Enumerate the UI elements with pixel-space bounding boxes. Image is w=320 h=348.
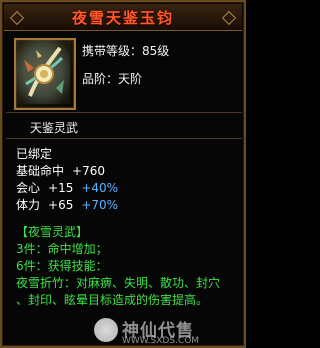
stat-value: +15 bbox=[48, 181, 74, 195]
set-name: 【夜雪灵武】 bbox=[16, 225, 89, 239]
set-skill-desc: 夜雪折竹：对麻痹、失明、散功、封穴 bbox=[16, 276, 221, 290]
item-category: 天鉴灵武 bbox=[30, 121, 79, 135]
title-bar: 夜雪天鉴玉钧 bbox=[4, 4, 242, 31]
set-skill-desc: 、封印、眩晕目标造成的伤害提高。 bbox=[16, 293, 209, 307]
set-bonus-line: 3件：命中增加； bbox=[16, 242, 108, 256]
watermark-url: WWW.SXDS.COM bbox=[122, 336, 200, 346]
set-bonus-line: 6件：获得技能： bbox=[16, 259, 108, 273]
stat-label: 基础命中 bbox=[16, 164, 65, 178]
grade-label: 品阶： bbox=[82, 72, 119, 86]
ornament-icon bbox=[221, 10, 237, 26]
item-name: 夜雪天鉴玉钧 bbox=[71, 9, 174, 27]
stat-bonus: +70% bbox=[81, 198, 119, 212]
watermark: 神仙代售 WWW.SXDS.COM bbox=[94, 316, 244, 346]
stat-value: +65 bbox=[48, 198, 74, 212]
set-bonus-block: 【夜雪灵武】 3件：命中增加； 6件：获得技能： 夜雪折竹：对麻痹、失明、散功、… bbox=[16, 224, 240, 309]
jade-weapon-icon bbox=[16, 40, 70, 104]
item-tooltip: 夜雪天鉴玉钧 携带等级：85级 品阶：天阶 天鉴灵武 已绑定 基础命中 +760… bbox=[0, 0, 246, 348]
carry-level-label: 携带等级： bbox=[82, 44, 143, 58]
grade-line: 品阶：天阶 bbox=[82, 70, 142, 87]
carry-level-line: 携带等级：85级 bbox=[82, 42, 169, 59]
bound-status: 已绑定 bbox=[16, 147, 53, 161]
stat-row-base-hit: 基础命中 +760 bbox=[16, 163, 118, 180]
stat-label: 会心 bbox=[16, 181, 41, 195]
ornament-icon bbox=[9, 10, 25, 26]
watermark-logo-icon bbox=[94, 318, 118, 342]
stat-value: +760 bbox=[72, 164, 105, 178]
stat-row-stamina: 体力 +65 +70% bbox=[16, 197, 118, 214]
carry-level-value: 85级 bbox=[142, 44, 170, 58]
divider bbox=[6, 138, 242, 139]
stat-row-crit: 会心 +15 +40% bbox=[16, 180, 118, 197]
item-icon-slot[interactable] bbox=[14, 38, 76, 110]
stats-block: 已绑定 基础命中 +760 会心 +15 +40% 体力 +65 +70% bbox=[16, 146, 118, 214]
divider bbox=[6, 112, 242, 113]
stat-label: 体力 bbox=[16, 198, 41, 212]
stat-bonus: +40% bbox=[81, 181, 119, 195]
grade-value: 天阶 bbox=[118, 72, 143, 86]
